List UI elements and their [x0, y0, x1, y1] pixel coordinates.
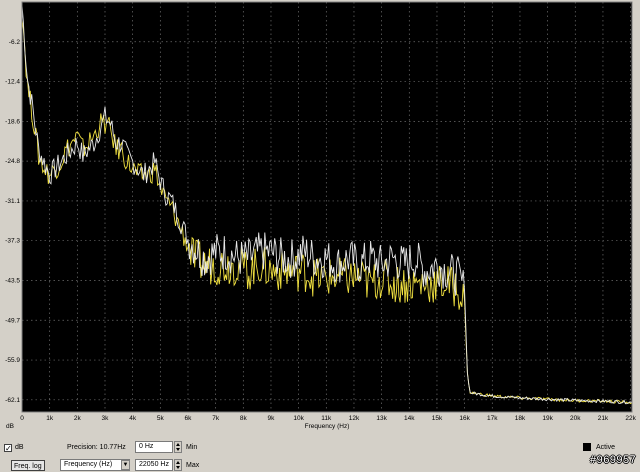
max-spin-button[interactable] — [174, 459, 182, 471]
x-tick-label: 16k — [459, 415, 470, 422]
x-tick-label: 20k — [570, 415, 581, 422]
db-checkbox[interactable]: ✓ — [4, 444, 12, 453]
x-tick-label: 5k — [157, 415, 165, 422]
db-checkbox-label: dB — [15, 444, 24, 451]
max-label: Max — [186, 462, 200, 469]
controls-panel: ✓ dB Precision: 10.77Hz 0 Hz Min Freq. l… — [0, 434, 640, 472]
y-axis-unit: dB — [6, 423, 14, 430]
spectrum-chart-svg: -6.2 -12.4 -18.6 -24.8 -31.1 -37.3 -43.5 -49.7 -… — [5, 1, 637, 430]
x-tick-label: 21k — [598, 415, 609, 422]
x-tick-label: 1k — [46, 415, 54, 422]
precision-label: Precision: 10.77Hz — [67, 444, 126, 451]
axis-select-value: Frequency (Hz) — [64, 461, 113, 468]
active-indicator-icon[interactable] — [583, 443, 591, 451]
x-tick-label: 0 — [20, 415, 24, 422]
y-tick-label: -6.2 — [9, 39, 21, 46]
x-tick-label: 12k — [349, 415, 360, 422]
y-tick-label: -31.1 — [5, 198, 20, 205]
y-tick-label: -62.1 — [5, 397, 20, 404]
y-tick-label: -12.4 — [5, 79, 20, 86]
active-label: Active — [596, 444, 616, 451]
x-tick-label: 13k — [376, 415, 387, 422]
freq-log-button[interactable]: Freq. log — [11, 460, 45, 471]
x-tick-label: 22k — [625, 415, 636, 422]
spectrum-plot-frame: -6.2 -12.4 -18.6 -24.8 -31.1 -37.3 -43.5 -49.7 -… — [0, 0, 640, 434]
x-tick-label: 2k — [74, 415, 82, 422]
min-label: Min — [186, 444, 198, 451]
y-tick-label: -37.3 — [5, 238, 20, 245]
x-tick-label: 17k — [487, 415, 498, 422]
y-tick-label: -55.9 — [5, 357, 20, 364]
x-tick-label: 4k — [129, 415, 137, 422]
max-frequency-input[interactable]: 22050 Hz — [135, 459, 173, 471]
watermark-text: #969957 — [589, 455, 636, 467]
x-tick-label: 9k — [268, 415, 276, 422]
x-tick-label: 6k — [185, 415, 193, 422]
x-tick-label: 7k — [212, 415, 220, 422]
y-tick-label: -18.6 — [5, 118, 20, 125]
x-tick-label: 8k — [240, 415, 248, 422]
spectrum-plot: -6.2 -12.4 -18.6 -24.8 -31.1 -37.3 -43.5 -49.7 -… — [0, 0, 640, 434]
y-tick-label: -49.7 — [5, 317, 20, 324]
min-spin-button[interactable] — [174, 441, 182, 453]
x-tick-label: 11k — [321, 415, 332, 422]
y-tick-label: -24.8 — [5, 158, 20, 165]
x-tick-label: 10k — [293, 415, 304, 422]
x-axis-title: Frequency (Hz) — [305, 423, 350, 430]
x-tick-label: 19k — [542, 415, 553, 422]
x-tick-label: 15k — [432, 415, 443, 422]
plot-background — [22, 2, 632, 412]
axis-select[interactable]: Frequency (Hz) — [60, 459, 130, 471]
min-frequency-input[interactable]: 0 Hz — [135, 441, 173, 453]
x-tick-label: 18k — [515, 415, 526, 422]
x-tick-label: 14k — [404, 415, 415, 422]
x-tick-label: 3k — [102, 415, 110, 422]
y-tick-label: -43.5 — [5, 277, 20, 284]
chevron-down-icon[interactable]: ▼ — [121, 460, 130, 470]
